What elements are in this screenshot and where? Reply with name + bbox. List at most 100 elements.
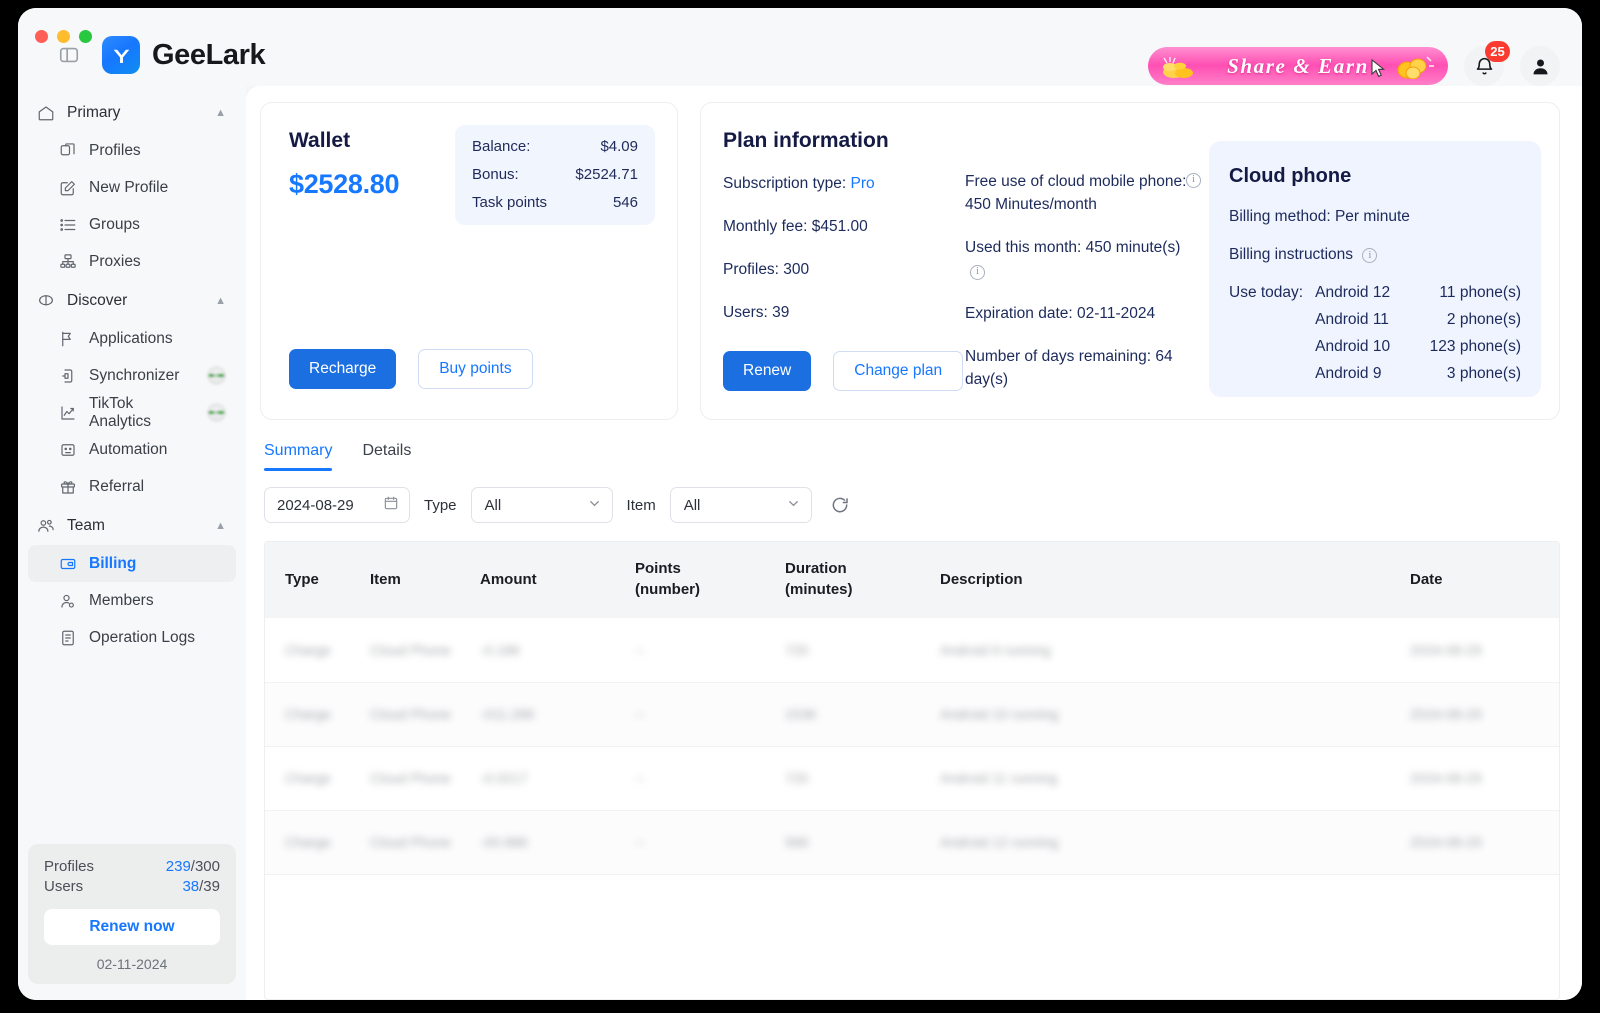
sidebar-item-profiles[interactable]: Profiles [28,132,236,169]
plan-subscription-value: Pro [850,175,875,192]
sidebar-item-members[interactable]: Members [28,582,236,619]
share-and-earn-banner[interactable]: Share & Earn [1148,47,1448,85]
renew-now-button[interactable]: Renew now [44,909,220,945]
sidebar-item-label: Profiles [89,141,141,159]
synchronizer-icon [58,366,78,386]
stat-value: $2524.71 [575,166,638,183]
table-row[interactable]: Charge Cloud Phone -00.986 -- 566 Androi… [265,810,1559,874]
stat-value: 546 [612,194,638,211]
plan-days-remaining: Number of days remaining: 64 day(s) [965,347,1173,388]
sidebar-group-label: Team [67,517,105,534]
table-row[interactable]: Charge Cloud Phone -0.0217 -- 720 Androi… [265,746,1559,810]
wallet-card: Wallet $2528.80 Balance: $4.09 Bonus: $2… [260,102,678,420]
quota-label: Profiles [44,858,95,875]
sidebar-item-operation-logs[interactable]: Operation Logs [28,619,236,656]
plan-free-use: Free use of cloud mobile phone: 450 Minu… [965,171,1201,217]
cell-date: 2024-08-29 [1410,641,1482,658]
info-icon[interactable]: i [970,264,985,280]
col-description: Description [940,570,1023,588]
sidebar-item-tiktok-analytics[interactable]: TikTok Analytics [28,394,236,431]
sidebar-item-referral[interactable]: Referral [28,468,236,505]
sidebar-quota-card: Profiles 239/300 Users 38/39 Renew now 0… [28,844,236,984]
item-value: All [683,496,701,514]
stat-label: Balance: [472,138,531,155]
user-avatar-icon [1533,59,1547,74]
sidebar-item-label: Referral [89,477,145,495]
cell-type: Charge [285,833,331,850]
info-icon[interactable]: i [1186,173,1201,188]
sidebar-group-team[interactable]: Team ▲ [28,507,236,545]
col-item: Item [370,570,401,588]
notifications-button[interactable]: 25 [1464,41,1510,86]
date-picker[interactable]: 2024-08-29 [264,487,410,523]
plan-monthly-fee: Monthly fee: $451.00 [723,217,868,235]
cell-type: Charge [285,769,331,786]
sidebar-item-label: Synchronizer [89,366,180,384]
renew-button[interactable]: Renew [723,351,812,391]
plan-profiles: Profiles: 300 [723,260,810,278]
col-points: Points (number) [635,560,700,598]
use-today-label: Use today: [1229,284,1304,301]
profiles-icon [58,141,78,161]
sidebar-item-label: Applications [89,329,173,347]
table-row[interactable]: Charge Cloud Phone -0.186 -- 720 Android… [265,618,1559,682]
sidebar-group-discover[interactable]: Discover ▲ [28,282,236,320]
avatar[interactable] [1520,46,1560,86]
use-today-rows: Android 12 11 phone(s) Android 11 2 phon… [1315,284,1521,392]
logs-icon [58,628,78,648]
chevron-up-icon: ▲ [215,294,226,307]
type-select[interactable]: All [470,487,613,523]
plan-subscription-label: Subscription type: [723,175,847,192]
brand-name: GeeLark [152,38,266,71]
titlebar-actions: Share & Earn 25 [1148,41,1560,86]
sidebar-item-label: New Profile [89,178,169,196]
sidebar-item-proxies[interactable]: Proxies [28,243,236,280]
window-close-button[interactable] [35,30,48,43]
buy-points-button[interactable]: Buy points [418,349,533,389]
window-maximize-button[interactable] [79,30,92,43]
body: Primary ▲ Profiles New Profile Groups Pr… [18,86,1582,1000]
cell-description: Android 11 running [940,769,1058,786]
recharge-button[interactable]: Recharge [289,349,397,389]
os-name: Android 10 [1315,338,1391,355]
sidebar-item-synchronizer[interactable]: Synchronizer [28,357,236,394]
quota-value: 239/300 [166,858,220,875]
type-filter-label: Type [424,496,457,514]
list-icon [58,215,78,235]
sidebar-item-groups[interactable]: Groups [28,206,236,243]
cell-description: Android 12 running [940,833,1059,850]
sidebar-item-applications[interactable]: Applications [28,320,236,357]
automation-icon [58,440,78,460]
col-amount: Amount [480,570,537,588]
billing-table: Type Item Amount Points (number) Duratio… [264,541,1560,1000]
cell-date: 2024-08-29 [1410,769,1482,786]
cell-points: -- [635,833,645,850]
chevron-down-icon [587,496,602,515]
chevron-up-icon: ▲ [215,519,226,532]
sidebar-item-new-profile[interactable]: New Profile [28,169,236,206]
phone-count: 3 phone(s) [1446,365,1521,382]
col-type: Type [285,570,319,588]
table-row[interactable]: Charge Cloud Phone -011.286 -- 1536 Andr… [265,682,1559,746]
refresh-button[interactable] [828,493,852,517]
sidebar-item-label: Billing [89,554,137,572]
share-and-earn-label: Share & Earn [1227,53,1369,78]
sidebar-item-label: TikTok Analytics [89,394,152,430]
tab-summary[interactable]: Summary [264,442,333,471]
change-plan-button[interactable]: Change plan [833,351,964,391]
sidebar-item-billing[interactable]: Billing [28,545,236,582]
main-content: Wallet $2528.80 Balance: $4.09 Bonus: $2… [246,86,1582,1000]
item-select[interactable]: All [669,487,812,523]
sidebar-group-primary[interactable]: Primary ▲ [28,94,236,132]
table-head: Type Item Amount Points (number) Duratio… [265,542,1559,618]
sidebar-toggle-icon[interactable] [56,44,82,66]
sidebar-item-label: Proxies [89,252,141,270]
window-minimize-button[interactable] [57,30,70,43]
info-icon[interactable]: i [1362,248,1378,263]
coins-icon-left [1162,56,1210,85]
cell-description: Android 10 running [940,705,1059,722]
tab-details[interactable]: Details [362,442,411,471]
plan-expiration: Expiration date: 02-11-2024 [965,304,1156,322]
cloud-billing-instructions-label: Billing instructions [1229,246,1354,263]
sidebar-item-automation[interactable]: Automation [28,431,236,468]
